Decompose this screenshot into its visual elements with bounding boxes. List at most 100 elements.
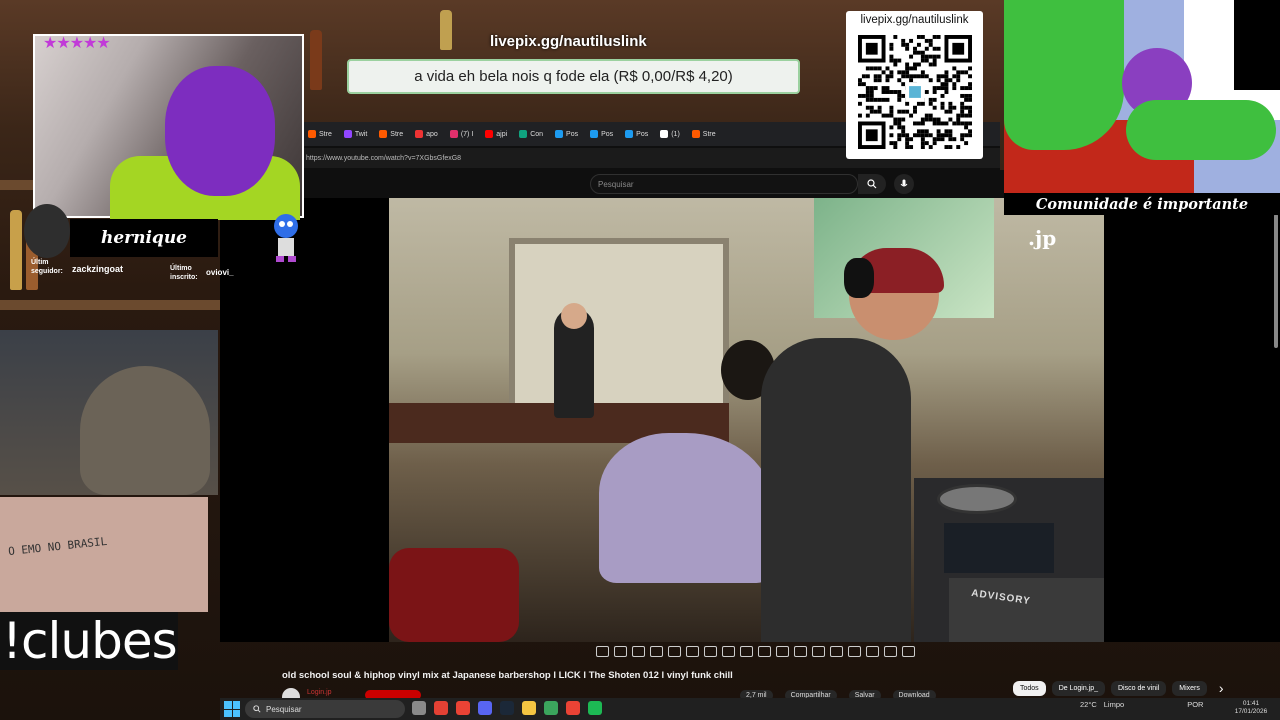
video-player[interactable]: ADVISORY: [389, 198, 1104, 642]
tab-label: apo: [426, 130, 438, 138]
tab-label: Con: [530, 130, 544, 138]
player-control-icon[interactable]: [668, 646, 681, 657]
browser-tab[interactable]: Stre: [688, 130, 720, 138]
weather-temp[interactable]: 22°C: [1080, 700, 1097, 709]
barber-chair: [389, 548, 519, 642]
tab-label: Stre: [702, 130, 716, 138]
filter-chip[interactable]: Todos: [1013, 680, 1046, 696]
video-title[interactable]: old school soul & hiphop vinyl mix at Ja…: [282, 670, 733, 681]
livepix-qr-panel: livepix.gg/nautiluslink: [846, 11, 983, 159]
cartoon-caption: Comunidade é importante: [1004, 193, 1280, 215]
browser-tab[interactable]: Stre: [375, 130, 407, 138]
system-tray: 22°C Limpo POR: [1080, 700, 1203, 709]
browser-tab[interactable]: ajpi: [481, 130, 511, 138]
browser-tab[interactable]: Con: [515, 130, 547, 138]
taskbar-app-icon[interactable]: [522, 701, 536, 715]
youtube-search-input[interactable]: Pesquisar: [590, 174, 858, 194]
taskbar-app-icon[interactable]: [544, 701, 558, 715]
player-control-icon[interactable]: [794, 646, 807, 657]
clock-date: 17/01/2026: [1234, 708, 1268, 715]
browser-tab[interactable]: (7) I: [446, 130, 477, 138]
browser-tab[interactable]: Pos: [551, 130, 582, 138]
turntable: [937, 484, 1017, 514]
tab-label: Stre: [390, 130, 404, 138]
follower-avatar: [24, 204, 70, 258]
player-control-icon[interactable]: [686, 646, 699, 657]
stream-screen: Stre Twit Stre apo (7) I ajpi Con Pos Pos Pos (1) S…: [0, 0, 1280, 720]
hooded-figure: [80, 366, 210, 495]
player-control-icon[interactable]: [632, 646, 645, 657]
microphone-icon: [900, 179, 908, 187]
taskbar-app-icon[interactable]: [500, 701, 514, 715]
language-indicator[interactable]: POR: [1187, 700, 1203, 709]
taskbar-app-icon[interactable]: [456, 701, 470, 715]
tab-label: (7) I: [460, 130, 474, 138]
streamer-face: [165, 66, 275, 196]
page-scrollbar[interactable]: [1274, 214, 1278, 348]
cartoon-panel-black: [1234, 0, 1280, 90]
barber-head: [561, 303, 587, 329]
browser-tab[interactable]: apo: [411, 130, 442, 138]
dj-figure: [761, 338, 911, 642]
taskbar-clock[interactable]: 01:41 17/01/2026: [1228, 700, 1274, 716]
player-control-icon[interactable]: [866, 646, 879, 657]
tab-label: ajpi: [496, 130, 508, 138]
cartoon-caption-text: Comunidade é importante: [1035, 195, 1249, 213]
tab-favicon-icon: [343, 130, 352, 138]
player-control-icon[interactable]: [758, 646, 771, 657]
pixel-character-icon: [274, 214, 298, 262]
player-control-icon[interactable]: [848, 646, 861, 657]
qr-code-icon: [858, 35, 972, 149]
taskbar-apps: [412, 701, 602, 715]
tab-favicon-icon: [555, 130, 564, 138]
player-control-icon[interactable]: [704, 646, 717, 657]
browser-tab[interactable]: Stre: [304, 130, 336, 138]
browser-tab[interactable]: Pos: [621, 130, 652, 138]
last-subscriber-label: Último inscrito:: [170, 265, 198, 281]
tab-label: Twit: [354, 130, 368, 138]
tab-favicon-icon: [449, 130, 458, 138]
channel-name[interactable]: Login.jp: [307, 689, 332, 696]
rating-stars: ★★★★★: [43, 35, 111, 52]
voice-search-button[interactable]: [894, 174, 914, 194]
taskbar-app-icon[interactable]: [434, 701, 448, 715]
recommendation-chips: Todos De Login.jp_ Disco de vinil Mixers ›: [1013, 680, 1224, 696]
player-control-icon[interactable]: [812, 646, 825, 657]
taskbar-app-icon[interactable]: [588, 701, 602, 715]
player-control-icon[interactable]: [614, 646, 627, 657]
filter-chip[interactable]: Mixers: [1172, 680, 1207, 696]
player-control-icon[interactable]: [650, 646, 663, 657]
headphones: [844, 258, 874, 298]
cartoon-image: [1004, 0, 1280, 196]
taskbar-app-icon[interactable]: [412, 701, 426, 715]
donation-goal-text: a vida eh bela nois q fode ela (R$ 0,00/…: [414, 68, 733, 85]
tab-favicon-icon: [485, 130, 494, 138]
cartoon-hand: [1126, 100, 1276, 160]
windows-start-icon[interactable]: [224, 701, 240, 717]
player-control-icon[interactable]: [830, 646, 843, 657]
last-follower-name: zackzingoat: [72, 264, 124, 274]
filter-chip[interactable]: De Login.jp_: [1051, 680, 1105, 696]
tab-favicon-icon: [379, 130, 388, 138]
player-control-icon[interactable]: [740, 646, 753, 657]
weather-desc[interactable]: Limpo: [1104, 700, 1124, 709]
browser-tab[interactable]: Twit: [340, 130, 371, 138]
filter-chip[interactable]: Disco de vinil: [1111, 680, 1167, 696]
shelf: [0, 300, 220, 310]
player-control-icon[interactable]: [596, 646, 609, 657]
taskbar-app-icon[interactable]: [478, 701, 492, 715]
player-control-icon[interactable]: [776, 646, 789, 657]
chevron-right-icon[interactable]: ›: [1219, 680, 1224, 696]
last-subscriber-name: oviovi_: [206, 268, 234, 277]
cartoon-frog: [1004, 0, 1124, 150]
player-control-icon[interactable]: [884, 646, 897, 657]
taskbar-app-icon[interactable]: [566, 701, 580, 715]
search-button[interactable]: [858, 174, 886, 194]
browser-tab[interactable]: (1): [656, 130, 684, 138]
taskbar-search-input[interactable]: Pesquisar: [245, 700, 405, 718]
bottle: [310, 30, 322, 90]
record-case: ADVISORY: [949, 578, 1104, 642]
browser-tab[interactable]: Pos: [586, 130, 617, 138]
player-control-icon[interactable]: [902, 646, 915, 657]
player-control-icon[interactable]: [722, 646, 735, 657]
